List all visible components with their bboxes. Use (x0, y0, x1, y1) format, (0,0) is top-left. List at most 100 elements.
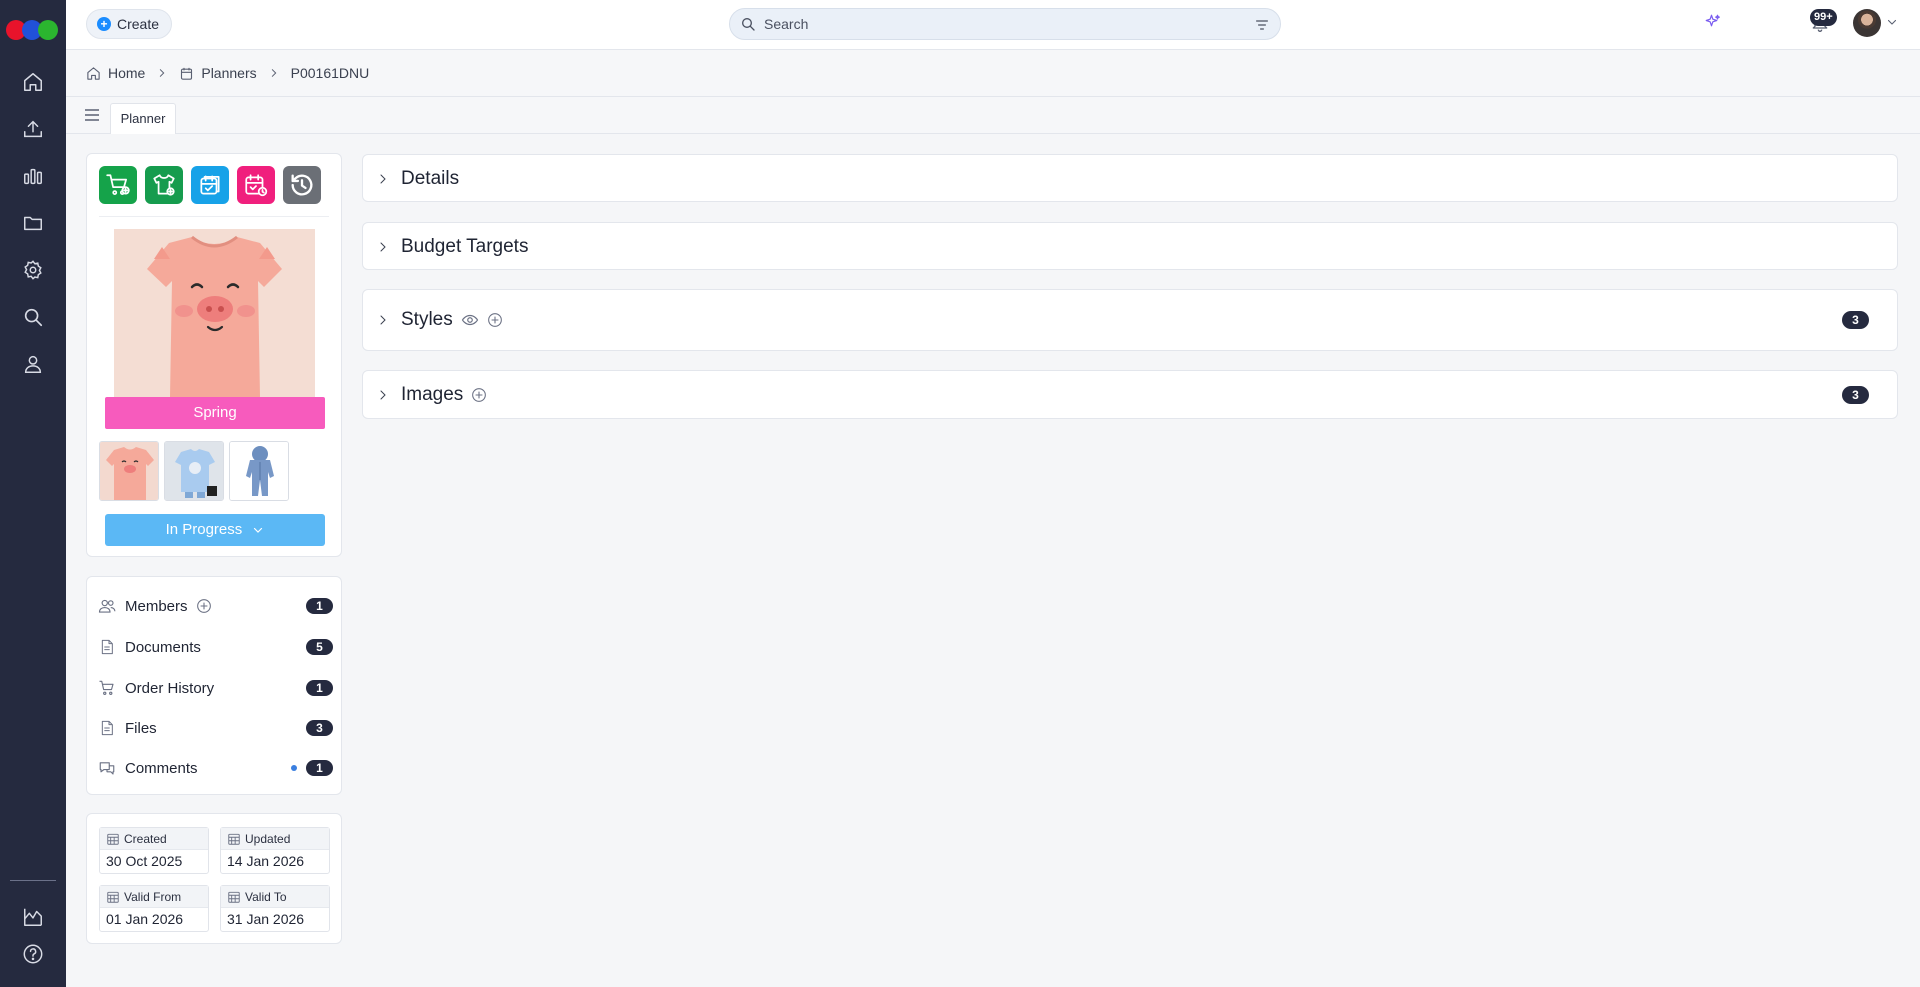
count-badge: 1 (306, 598, 333, 614)
add-image-icon[interactable] (471, 387, 487, 403)
tab-planner[interactable]: Planner (110, 103, 176, 134)
add-member-icon[interactable] (196, 598, 212, 614)
breadcrumb-planners[interactable]: Planners (179, 65, 257, 81)
notification-count-badge: 99+ (1810, 9, 1837, 26)
chevron-down-icon[interactable] (1886, 16, 1898, 28)
section-title: Details (401, 168, 460, 189)
user-avatar[interactable] (1853, 9, 1881, 37)
chevron-right-icon (377, 172, 389, 186)
section-title: Styles (401, 309, 453, 330)
date-label: Valid From (124, 889, 182, 904)
date-value: 31 Jan 2026 (227, 911, 305, 927)
add-style-button[interactable] (145, 166, 183, 204)
calendar-icon (106, 832, 120, 846)
chevron-right-icon (157, 68, 167, 78)
create-button[interactable]: + Create (86, 9, 172, 39)
breadcrumb-home-label: Home (108, 65, 146, 81)
upload-icon[interactable] (19, 115, 47, 143)
left-nav-rail (0, 0, 66, 987)
rail-divider (10, 880, 56, 881)
related-item-order-history[interactable]: Order History 1 (97, 673, 333, 703)
date-updated: Updated 14 Jan 2026 (220, 827, 330, 874)
count-badge: 1 (306, 680, 333, 696)
app-logo[interactable] (6, 20, 60, 42)
calendar-icon (227, 890, 241, 904)
settings-gear-icon[interactable] (19, 256, 47, 284)
image-thumbnail[interactable] (99, 441, 159, 501)
breadcrumb-home[interactable]: Home (86, 65, 145, 81)
related-label: Files (125, 719, 157, 737)
search-input[interactable] (764, 16, 1244, 32)
related-item-documents[interactable]: Documents 5 (97, 632, 333, 662)
ai-sparkle-icon[interactable] (1704, 13, 1722, 31)
chevron-down-icon (252, 524, 264, 536)
add-style-icon[interactable] (487, 312, 503, 328)
divider (99, 216, 329, 217)
menu-hamburger-icon[interactable] (85, 109, 99, 121)
add-to-cart-button[interactable] (99, 166, 137, 204)
count-badge: 3 (1842, 311, 1869, 329)
calendar-icon (106, 890, 120, 904)
breadcrumb-planners-label: Planners (201, 65, 257, 81)
date-valid-from: Valid From 01 Jan 2026 (99, 885, 209, 932)
search-icon (740, 16, 756, 32)
status-dropdown[interactable]: In Progress (105, 514, 325, 546)
help-icon[interactable] (19, 940, 47, 968)
related-item-comments[interactable]: Comments 1 (97, 753, 333, 783)
reports-chart-icon[interactable] (19, 903, 47, 931)
date-label: Updated (245, 831, 291, 846)
section-title: Images (401, 384, 464, 405)
section-title: Budget Targets (401, 236, 529, 257)
home-icon[interactable] (19, 68, 47, 96)
date-created: Created 30 Oct 2025 (99, 827, 209, 874)
product-main-image[interactable] (114, 229, 315, 397)
search-bar[interactable] (729, 8, 1281, 40)
image-thumbnail[interactable] (229, 441, 289, 501)
folder-icon[interactable] (19, 209, 47, 237)
date-value: 01 Jan 2026 (106, 911, 184, 927)
members-icon (97, 596, 117, 616)
analytics-icon[interactable] (19, 162, 47, 190)
tab-bar: Planner (66, 97, 1920, 134)
chevron-right-icon (377, 313, 389, 327)
chevron-right-icon (269, 68, 279, 78)
related-label: Comments (125, 759, 198, 777)
count-badge: 1 (306, 760, 333, 776)
cart-plus-icon (106, 174, 130, 195)
schedule-event-button[interactable] (237, 166, 275, 204)
image-thumbnail[interactable] (164, 441, 224, 501)
history-icon (291, 174, 313, 196)
related-item-files[interactable]: Files 3 (97, 713, 333, 743)
count-badge: 5 (306, 639, 333, 655)
date-label: Valid To (245, 889, 287, 904)
create-label: Create (117, 16, 160, 32)
chevron-right-icon (377, 388, 389, 402)
section-details[interactable]: Details (362, 154, 1898, 202)
section-styles[interactable]: Styles 3 (362, 289, 1898, 351)
shirt-plus-icon (153, 174, 175, 196)
section-budget-targets[interactable]: Budget Targets (362, 222, 1898, 270)
user-profile-icon[interactable] (19, 350, 47, 378)
top-bar: + Create (66, 0, 1920, 50)
eye-icon[interactable] (461, 311, 479, 329)
section-images[interactable]: Images 3 (362, 370, 1898, 419)
search-icon[interactable] (19, 303, 47, 331)
filter-icon[interactable] (1254, 17, 1270, 33)
home-icon (86, 66, 101, 81)
date-value: 14 Jan 2026 (227, 853, 305, 869)
cart-icon (97, 678, 117, 698)
breadcrumb: Home Planners P00161DNU (66, 50, 1920, 97)
related-label: Order History (125, 679, 215, 697)
chevron-right-icon (377, 240, 389, 254)
calendar-icon (227, 832, 241, 846)
season-tag: Spring (105, 397, 325, 429)
date-valid-to: Valid To 31 Jan 2026 (220, 885, 330, 932)
calendar-tasks-button[interactable] (191, 166, 229, 204)
item-panel: Spring In Progress (86, 153, 342, 557)
status-label: In Progress (165, 521, 243, 538)
file-icon (97, 718, 117, 738)
count-badge: 3 (1842, 386, 1869, 404)
unread-dot (291, 765, 297, 771)
related-item-members[interactable]: Members 1 (97, 591, 333, 621)
history-button[interactable] (283, 166, 321, 204)
